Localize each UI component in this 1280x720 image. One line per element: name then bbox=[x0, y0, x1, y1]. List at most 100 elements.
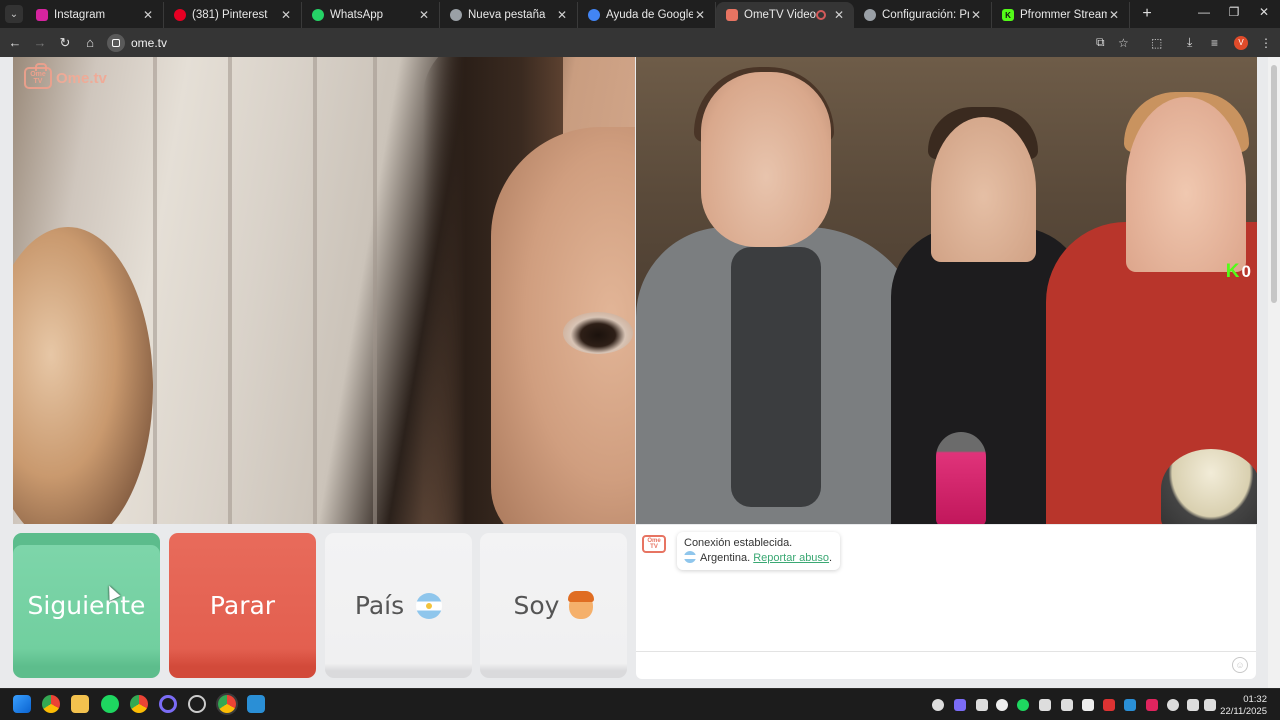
tray-app-icon[interactable] bbox=[932, 699, 944, 711]
volume-icon[interactable] bbox=[1204, 699, 1216, 711]
chrome-icon[interactable] bbox=[42, 695, 60, 713]
address-bar[interactable]: ome.tv bbox=[104, 31, 1140, 54]
home-button[interactable]: ⌂ bbox=[78, 31, 102, 55]
chat-input[interactable]: ☺ bbox=[636, 651, 1256, 679]
cast-icon[interactable]: ⧉ bbox=[1096, 28, 1105, 57]
chat-panel: Ome TV Conexión establecida. Argentina. … bbox=[636, 525, 1256, 679]
pinterest-icon bbox=[174, 9, 186, 21]
tray-app-icon[interactable] bbox=[1124, 699, 1136, 711]
cortana-icon[interactable] bbox=[159, 695, 177, 713]
downloads-icon[interactable]: ⤓ bbox=[1187, 28, 1192, 57]
tab-title: WhatsApp bbox=[330, 9, 384, 21]
partner-country-line: Argentina. Reportar abuso. bbox=[684, 551, 832, 566]
photos-icon[interactable] bbox=[247, 695, 265, 713]
tab-title: Pfrommer Stream - Watch bbox=[1020, 9, 1107, 21]
tab-whatsapp[interactable]: WhatsApp ✕ bbox=[302, 2, 440, 28]
file-explorer-icon[interactable] bbox=[71, 695, 89, 713]
chat-ometv-icon: Ome TV bbox=[642, 535, 666, 553]
scrollbar-thumb[interactable] bbox=[1271, 65, 1277, 303]
argentina-flag-icon bbox=[684, 551, 696, 563]
close-icon[interactable]: ✕ bbox=[969, 8, 983, 22]
tray-app-icon[interactable] bbox=[1082, 699, 1094, 711]
next-button[interactable]: Siguiente bbox=[13, 533, 160, 678]
tab-pinterest[interactable]: (381) Pinterest ✕ bbox=[164, 2, 302, 28]
close-icon[interactable]: ✕ bbox=[279, 8, 293, 22]
new-tab-button[interactable]: + bbox=[1138, 5, 1156, 23]
stop-button-label: Parar bbox=[209, 591, 276, 620]
network-icon[interactable] bbox=[1187, 699, 1199, 711]
site-info-icon[interactable] bbox=[107, 33, 125, 52]
menu-icon[interactable]: ⋮ bbox=[1260, 28, 1272, 57]
connection-status: Conexión establecida. bbox=[684, 537, 793, 549]
argentina-flag-icon bbox=[416, 592, 443, 619]
local-video bbox=[13, 57, 635, 524]
bookmark-star-icon[interactable]: ☆ bbox=[1118, 28, 1129, 57]
page-content: Ome TV Ome.tv K 0 Siguiente Parar País S… bbox=[0, 57, 1280, 688]
tray-app-icon[interactable] bbox=[954, 699, 966, 711]
partner-country: Argentina. bbox=[700, 552, 751, 564]
profile-avatar[interactable]: V bbox=[1234, 28, 1248, 57]
url-text[interactable]: ome.tv bbox=[131, 36, 167, 50]
tab-ometv[interactable]: OmeTV Video Chat - ✕ bbox=[716, 2, 854, 28]
tab-new-tab[interactable]: Nueva pestaña ✕ bbox=[440, 2, 578, 28]
next-button-label: Siguiente bbox=[27, 591, 146, 620]
tray-app-icon[interactable] bbox=[1103, 699, 1115, 711]
google-icon bbox=[588, 9, 600, 21]
tab-instagram[interactable]: Instagram ✕ bbox=[26, 2, 164, 28]
tray-app-icon[interactable] bbox=[976, 699, 988, 711]
close-icon[interactable]: ✕ bbox=[417, 8, 431, 22]
report-abuse-link[interactable]: Reportar abuso bbox=[753, 552, 829, 564]
windows-taskbar: 01:32 22/11/2025 bbox=[0, 688, 1280, 720]
kick-logo-icon: K bbox=[1225, 261, 1240, 282]
tab-chrome-help[interactable]: Ayuda de Google Chrome ✕ bbox=[578, 2, 716, 28]
stop-button[interactable]: Parar bbox=[169, 533, 316, 678]
tab-strip: ⌄ Instagram ✕ (381) Pinterest ✕ WhatsApp… bbox=[0, 0, 1280, 28]
gear-icon bbox=[864, 9, 876, 21]
close-icon[interactable]: ✕ bbox=[555, 8, 569, 22]
tab-settings-privacy[interactable]: Configuración: Privacidad ✕ bbox=[854, 2, 992, 28]
extensions-icon[interactable]: ⬚ bbox=[1151, 28, 1162, 57]
close-icon[interactable]: ✕ bbox=[832, 8, 846, 22]
remote-video: K 0 bbox=[636, 57, 1257, 524]
whatsapp-icon bbox=[312, 9, 324, 21]
ometv-logo[interactable]: Ome TV Ome.tv bbox=[24, 63, 107, 89]
chrome-icon bbox=[450, 9, 462, 21]
tab-title: Nueva pestaña bbox=[468, 9, 546, 21]
minimize-button[interactable]: — bbox=[1197, 5, 1211, 19]
restore-button[interactable]: ❐ bbox=[1227, 5, 1241, 19]
tray-app-icon[interactable] bbox=[996, 699, 1008, 711]
close-icon[interactable]: ✕ bbox=[141, 8, 155, 22]
spotify-tray-icon[interactable] bbox=[1017, 699, 1029, 711]
microphone-icon[interactable] bbox=[1167, 699, 1179, 711]
chrome-active-icon[interactable] bbox=[218, 695, 236, 713]
obs-icon[interactable] bbox=[188, 695, 206, 713]
tab-title: OmeTV Video Chat - bbox=[744, 9, 816, 21]
gender-button-label: Soy bbox=[513, 591, 560, 620]
kick-icon: K bbox=[1002, 9, 1014, 21]
system-message: Conexión establecida. Argentina. Reporta… bbox=[677, 532, 841, 570]
forward-button[interactable]: → bbox=[28, 31, 52, 55]
close-icon[interactable]: ✕ bbox=[693, 8, 707, 22]
spotify-icon[interactable] bbox=[101, 695, 119, 713]
back-button[interactable]: ← bbox=[3, 31, 27, 55]
country-button[interactable]: País bbox=[325, 533, 472, 678]
close-icon[interactable]: ✕ bbox=[1107, 8, 1121, 22]
instagram-icon bbox=[36, 9, 48, 21]
country-button-label: País bbox=[354, 591, 405, 620]
clock-date: 22/11/2025 bbox=[1220, 706, 1267, 717]
emoji-icon[interactable]: ☺ bbox=[1232, 657, 1248, 673]
tv-logo-icon: Ome TV bbox=[24, 63, 52, 89]
windows-start-icon[interactable] bbox=[13, 695, 31, 713]
window-close-button[interactable]: ✕ bbox=[1257, 5, 1271, 19]
tab-search-button[interactable]: ⌄ bbox=[5, 5, 23, 23]
scrollbar[interactable] bbox=[1268, 57, 1280, 688]
tab-kick-stream[interactable]: K Pfrommer Stream - Watch ✕ bbox=[992, 2, 1130, 28]
tray-app-icon[interactable] bbox=[1146, 699, 1158, 711]
media-controls-icon[interactable]: ≡ bbox=[1211, 28, 1218, 57]
gender-button[interactable]: Soy bbox=[480, 533, 627, 678]
chrome-profile-icon[interactable] bbox=[130, 695, 148, 713]
tray-app-icon[interactable] bbox=[1039, 699, 1051, 711]
reload-button[interactable]: ↻ bbox=[53, 31, 77, 55]
tray-app-icon[interactable] bbox=[1061, 699, 1073, 711]
system-clock[interactable]: 01:32 22/11/2025 bbox=[1220, 694, 1267, 718]
